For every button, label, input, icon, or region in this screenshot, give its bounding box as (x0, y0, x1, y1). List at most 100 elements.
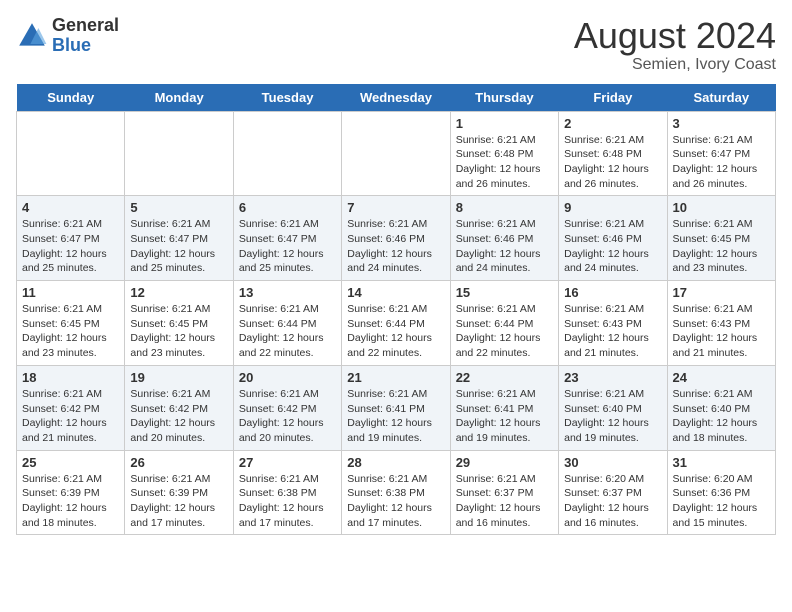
calendar-cell: 3 Sunrise: 6:21 AM Sunset: 6:47 PM Daylig… (667, 111, 775, 196)
day-number: 24 (673, 370, 770, 385)
calendar-cell: 4Sunrise: 6:21 AM Sunset: 6:47 PM Daylig… (17, 196, 125, 281)
page-header: General Blue August 2024 Semien, Ivory C… (16, 16, 776, 74)
calendar-cell: 13Sunrise: 6:21 AM Sunset: 6:44 PM Dayli… (233, 281, 341, 366)
day-number: 9 (564, 200, 661, 215)
day-info: Sunrise: 6:21 AM Sunset: 6:40 PM Dayligh… (564, 387, 661, 446)
calendar-cell: 1Sunrise: 6:21 AM Sunset: 6:48 PM Daylig… (450, 111, 558, 196)
day-info: Sunrise: 6:21 AM Sunset: 6:47 PM Dayligh… (130, 217, 227, 276)
day-header-friday: Friday (559, 84, 667, 112)
calendar-cell: 10 Sunrise: 6:21 AM Sunset: 6:45 PM Dayli… (667, 196, 775, 281)
day-header-wednesday: Wednesday (342, 84, 450, 112)
day-number: 6 (239, 200, 336, 215)
day-number: 10 (673, 200, 770, 215)
day-info: Sunrise: 6:21 AM Sunset: 6:40 PM Dayligh… (673, 387, 770, 446)
calendar-cell: 21 Sunrise: 6:21 AM Sunset: 6:41 PM Dayli… (342, 365, 450, 450)
day-info: Sunrise: 6:21 AM Sunset: 6:47 PM Dayligh… (673, 133, 770, 192)
calendar-cell: 20Sunrise: 6:21 AM Sunset: 6:42 PM Dayli… (233, 365, 341, 450)
day-number: 23 (564, 370, 661, 385)
day-header-thursday: Thursday (450, 84, 558, 112)
calendar-cell (17, 111, 125, 196)
logo-icon (16, 20, 48, 52)
day-number: 29 (456, 455, 553, 470)
day-info: Sunrise: 6:21 AM Sunset: 6:41 PM Dayligh… (347, 387, 444, 446)
day-number: 12 (130, 285, 227, 300)
calendar-table: SundayMondayTuesdayWednesdayThursdayFrid… (16, 84, 776, 536)
day-info: Sunrise: 6:21 AM Sunset: 6:48 PM Dayligh… (456, 133, 553, 192)
day-number: 21 (347, 370, 444, 385)
day-info: Sunrise: 6:20 AM Sunset: 6:37 PM Dayligh… (564, 472, 661, 531)
day-info: Sunrise: 6:21 AM Sunset: 6:46 PM Dayligh… (456, 217, 553, 276)
calendar-cell: 19Sunrise: 6:21 AM Sunset: 6:42 PM Dayli… (125, 365, 233, 450)
day-info: Sunrise: 6:21 AM Sunset: 6:37 PM Dayligh… (456, 472, 553, 531)
day-info: Sunrise: 6:21 AM Sunset: 6:45 PM Dayligh… (22, 302, 119, 361)
day-header-sunday: Sunday (17, 84, 125, 112)
day-number: 30 (564, 455, 661, 470)
day-number: 26 (130, 455, 227, 470)
day-number: 27 (239, 455, 336, 470)
day-info: Sunrise: 6:20 AM Sunset: 6:36 PM Dayligh… (673, 472, 770, 531)
calendar-cell: 7Sunrise: 6:21 AM Sunset: 6:46 PM Daylig… (342, 196, 450, 281)
month-year-title: August 2024 (574, 16, 776, 56)
calendar-cell: 18Sunrise: 6:21 AM Sunset: 6:42 PM Dayli… (17, 365, 125, 450)
day-number: 14 (347, 285, 444, 300)
day-info: Sunrise: 6:21 AM Sunset: 6:46 PM Dayligh… (347, 217, 444, 276)
day-info: Sunrise: 6:21 AM Sunset: 6:43 PM Dayligh… (673, 302, 770, 361)
calendar-cell (125, 111, 233, 196)
calendar-cell: 17Sunrise: 6:21 AM Sunset: 6:43 PM Dayli… (667, 281, 775, 366)
day-info: Sunrise: 6:21 AM Sunset: 6:45 PM Dayligh… (130, 302, 227, 361)
calendar-cell: 26Sunrise: 6:21 AM Sunset: 6:39 PM Dayli… (125, 450, 233, 535)
calendar-cell: 27 Sunrise: 6:21 AM Sunset: 6:38 PM Dayli… (233, 450, 341, 535)
calendar-cell: 29 Sunrise: 6:21 AM Sunset: 6:37 PM Dayli… (450, 450, 558, 535)
title-area: August 2024 Semien, Ivory Coast (574, 16, 776, 74)
day-header-saturday: Saturday (667, 84, 775, 112)
calendar-cell: 6 Sunrise: 6:21 AM Sunset: 6:47 PM Daylig… (233, 196, 341, 281)
day-info: Sunrise: 6:21 AM Sunset: 6:38 PM Dayligh… (347, 472, 444, 531)
days-header-row: SundayMondayTuesdayWednesdayThursdayFrid… (17, 84, 776, 112)
calendar-week-3: 11 Sunrise: 6:21 AM Sunset: 6:45 PM Dayli… (17, 281, 776, 366)
day-number: 2 (564, 116, 661, 131)
calendar-cell: 31 Sunrise: 6:20 AM Sunset: 6:36 PM Dayli… (667, 450, 775, 535)
calendar-week-4: 18Sunrise: 6:21 AM Sunset: 6:42 PM Dayli… (17, 365, 776, 450)
calendar-cell (342, 111, 450, 196)
day-number: 31 (673, 455, 770, 470)
calendar-cell: 5 Sunrise: 6:21 AM Sunset: 6:47 PM Daylig… (125, 196, 233, 281)
day-number: 5 (130, 200, 227, 215)
day-number: 28 (347, 455, 444, 470)
calendar-cell: 14 Sunrise: 6:21 AM Sunset: 6:44 PM Dayli… (342, 281, 450, 366)
day-info: Sunrise: 6:21 AM Sunset: 6:41 PM Dayligh… (456, 387, 553, 446)
calendar-cell: 25Sunrise: 6:21 AM Sunset: 6:39 PM Dayli… (17, 450, 125, 535)
calendar-cell: 12 Sunrise: 6:21 AM Sunset: 6:45 PM Dayli… (125, 281, 233, 366)
day-number: 11 (22, 285, 119, 300)
logo-blue: Blue (52, 36, 119, 56)
day-info: Sunrise: 6:21 AM Sunset: 6:46 PM Dayligh… (564, 217, 661, 276)
calendar-cell (233, 111, 341, 196)
logo-text: General Blue (52, 16, 119, 56)
day-info: Sunrise: 6:21 AM Sunset: 6:44 PM Dayligh… (456, 302, 553, 361)
day-info: Sunrise: 6:21 AM Sunset: 6:38 PM Dayligh… (239, 472, 336, 531)
day-number: 22 (456, 370, 553, 385)
day-number: 15 (456, 285, 553, 300)
day-number: 25 (22, 455, 119, 470)
day-number: 18 (22, 370, 119, 385)
logo: General Blue (16, 16, 119, 56)
day-number: 4 (22, 200, 119, 215)
day-info: Sunrise: 6:21 AM Sunset: 6:45 PM Dayligh… (673, 217, 770, 276)
calendar-cell: 30 Sunrise: 6:20 AM Sunset: 6:37 PM Dayli… (559, 450, 667, 535)
day-info: Sunrise: 6:21 AM Sunset: 6:48 PM Dayligh… (564, 133, 661, 192)
calendar-cell: 8 Sunrise: 6:21 AM Sunset: 6:46 PM Daylig… (450, 196, 558, 281)
calendar-cell: 11 Sunrise: 6:21 AM Sunset: 6:45 PM Dayli… (17, 281, 125, 366)
calendar-cell: 2 Sunrise: 6:21 AM Sunset: 6:48 PM Daylig… (559, 111, 667, 196)
calendar-cell: 9 Sunrise: 6:21 AM Sunset: 6:46 PM Daylig… (559, 196, 667, 281)
calendar-cell: 22 Sunrise: 6:21 AM Sunset: 6:41 PM Dayli… (450, 365, 558, 450)
day-info: Sunrise: 6:21 AM Sunset: 6:47 PM Dayligh… (239, 217, 336, 276)
day-info: Sunrise: 6:21 AM Sunset: 6:43 PM Dayligh… (564, 302, 661, 361)
day-number: 3 (673, 116, 770, 131)
day-header-monday: Monday (125, 84, 233, 112)
day-number: 16 (564, 285, 661, 300)
calendar-cell: 24 Sunrise: 6:21 AM Sunset: 6:40 PM Dayli… (667, 365, 775, 450)
calendar-week-2: 4 Sunrise: 6:21 AM Sunset: 6:47 PM Daylig… (17, 196, 776, 281)
calendar-cell: 16 Sunrise: 6:21 AM Sunset: 6:43 PM Dayli… (559, 281, 667, 366)
day-number: 8 (456, 200, 553, 215)
calendar-week-5: 25Sunrise: 6:21 AM Sunset: 6:39 PM Dayli… (17, 450, 776, 535)
day-info: Sunrise: 6:21 AM Sunset: 6:44 PM Dayligh… (347, 302, 444, 361)
